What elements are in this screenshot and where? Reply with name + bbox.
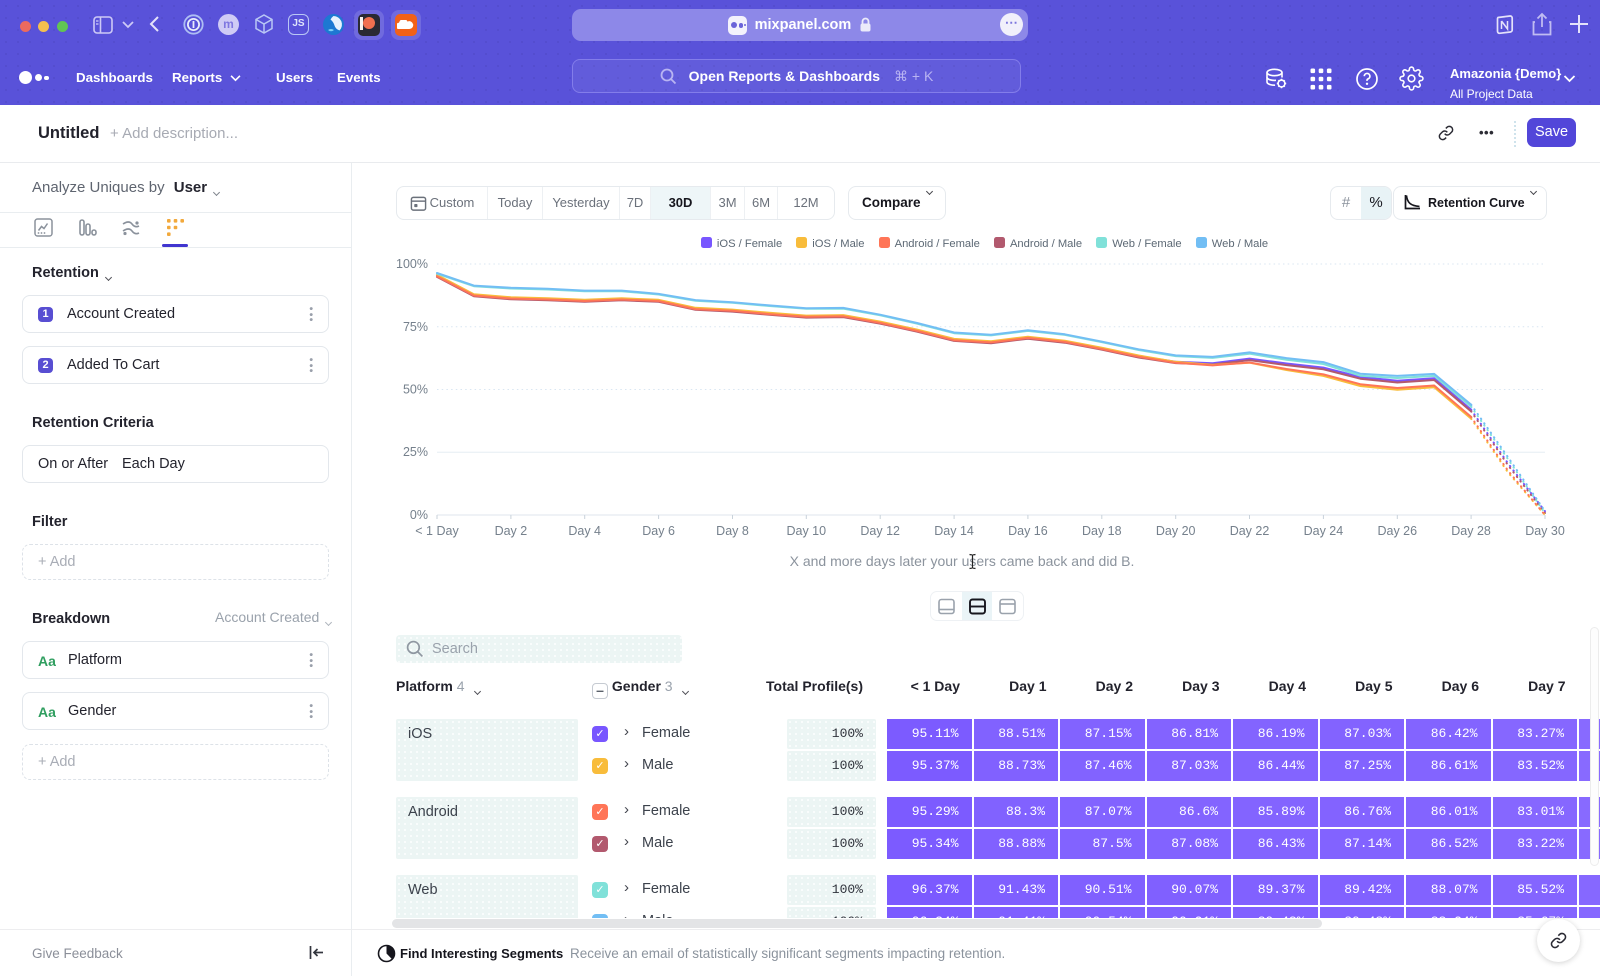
svg-text:0%: 0% (410, 508, 428, 522)
svg-text:Day 14: Day 14 (934, 524, 974, 538)
svg-text:Day 6: Day 6 (642, 524, 675, 538)
svg-text:Day 20: Day 20 (1156, 524, 1196, 538)
svg-text:Day 26: Day 26 (1377, 524, 1417, 538)
svg-text:Day 12: Day 12 (860, 524, 900, 538)
svg-text:75%: 75% (403, 320, 428, 334)
svg-text:Day 8: Day 8 (716, 524, 749, 538)
svg-text:Day 24: Day 24 (1304, 524, 1344, 538)
svg-text:Day 2: Day 2 (495, 524, 528, 538)
svg-text:Day 16: Day 16 (1008, 524, 1048, 538)
svg-text:Day 22: Day 22 (1230, 524, 1270, 538)
svg-text:Day 30: Day 30 (1525, 524, 1565, 538)
svg-text:Day 10: Day 10 (786, 524, 826, 538)
svg-text:Day 28: Day 28 (1451, 524, 1491, 538)
svg-text:25%: 25% (403, 445, 428, 459)
svg-text:50%: 50% (403, 383, 428, 397)
svg-text:100%: 100% (396, 257, 428, 271)
svg-text:Day 4: Day 4 (568, 524, 601, 538)
svg-text:< 1 Day: < 1 Day (415, 524, 459, 538)
svg-text:Day 18: Day 18 (1082, 524, 1122, 538)
